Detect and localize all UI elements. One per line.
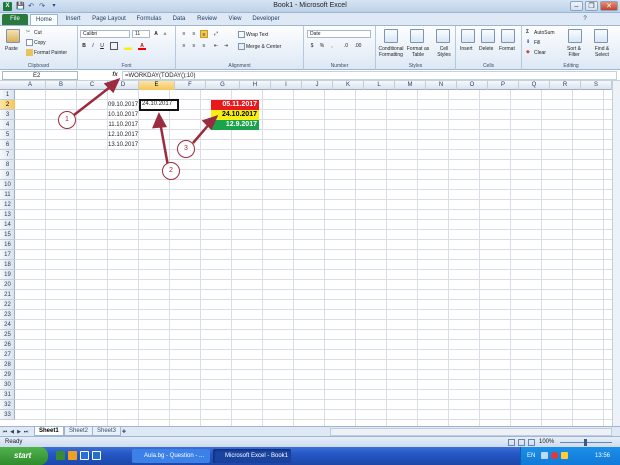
arrow-2 xyxy=(158,121,170,167)
arrow-2-head xyxy=(152,112,168,129)
status-ready: Ready xyxy=(5,439,23,445)
normal-view-icon[interactable] xyxy=(508,439,515,446)
first-sheet-icon[interactable]: ⏮ xyxy=(2,428,8,436)
tray-antivirus-icon[interactable] xyxy=(551,452,558,459)
quicklaunch-folder-icon[interactable] xyxy=(68,451,77,460)
prev-sheet-icon[interactable]: ◀ xyxy=(9,428,15,436)
task-browser[interactable]: Aula.bg - Question - ... xyxy=(132,449,210,463)
clock[interactable]: 13:56 xyxy=(595,447,610,465)
zoom-level[interactable]: 100% xyxy=(539,438,554,447)
tray-network-icon[interactable] xyxy=(541,452,548,459)
arrow-1 xyxy=(73,83,115,116)
insert-sheet-icon[interactable]: ✚ xyxy=(120,428,128,436)
task-excel[interactable]: Microsoft Excel - Book1 xyxy=(213,449,291,463)
tray-volume-icon[interactable] xyxy=(561,452,568,459)
horizontal-scrollbar[interactable] xyxy=(330,428,612,436)
system-tray: EN 13:56 xyxy=(520,447,620,465)
start-button[interactable]: start xyxy=(0,447,48,465)
callout-2: 2 xyxy=(162,162,180,180)
status-bar: Ready 100% xyxy=(0,436,620,447)
taskbar: start Aula.bg - Question - ... Microsoft… xyxy=(0,447,620,465)
sheet-tab-2[interactable]: Sheet2 xyxy=(64,427,94,436)
sheet-tab-3[interactable]: Sheet3 xyxy=(92,427,122,436)
quicklaunch-excel-icon[interactable] xyxy=(56,451,65,460)
callout-3: 3 xyxy=(177,140,195,158)
quicklaunch-ie-icon[interactable] xyxy=(80,451,89,460)
sheet-tabs-bar: ⏮ ◀ ▶ ⏭ Sheet1 Sheet2 Sheet3 ✚ xyxy=(0,426,620,436)
page-break-view-icon[interactable] xyxy=(528,439,535,446)
annotation-arrows xyxy=(73,77,219,167)
next-sheet-icon[interactable]: ▶ xyxy=(16,428,22,436)
quicklaunch-desktop-icon[interactable] xyxy=(92,451,101,460)
sheet-tab-1[interactable]: Sheet1 xyxy=(34,427,64,436)
last-sheet-icon[interactable]: ⏭ xyxy=(23,428,29,436)
callout-1: 1 xyxy=(58,111,76,129)
language-indicator[interactable]: EN xyxy=(527,447,535,465)
zoom-slider-thumb[interactable] xyxy=(584,439,587,446)
page-layout-view-icon[interactable] xyxy=(518,439,525,446)
